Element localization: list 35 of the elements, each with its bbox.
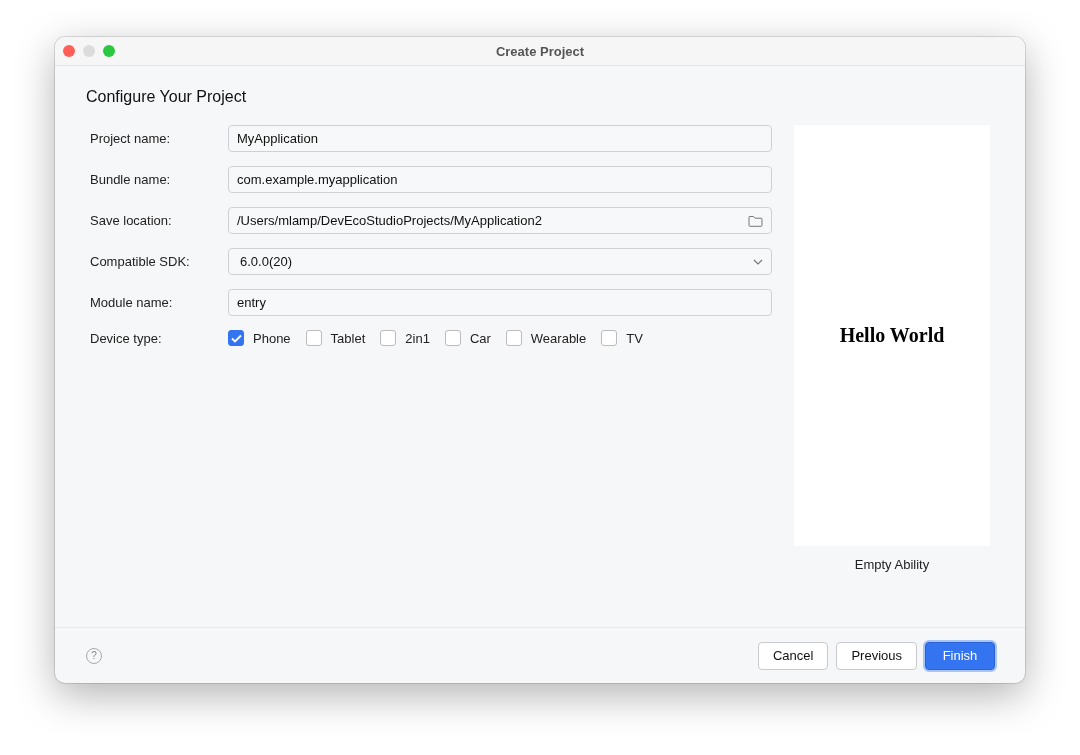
dropdown-field[interactable]: 6.0.0(20) <box>228 248 772 275</box>
device-checkbox[interactable]: Wearable <box>505 330 587 346</box>
minimize-button[interactable] <box>83 45 95 57</box>
checkbox-box[interactable] <box>380 330 397 346</box>
zoom-button[interactable] <box>103 45 115 57</box>
device-checkbox[interactable]: 2in1 <box>380 330 430 346</box>
input-field[interactable]: /Users/mlamp/DevEcoStudioProjects/MyApplication2 <box>228 207 772 234</box>
checkbox-box[interactable] <box>228 330 244 346</box>
input-field[interactable]: entry <box>228 289 772 316</box>
field-label: Project name: <box>89 131 172 146</box>
device-checkbox[interactable]: TV <box>601 330 643 346</box>
device-checkbox[interactable]: Tablet <box>305 330 366 346</box>
field-label: Save location: <box>89 213 173 228</box>
input-field[interactable]: MyApplication <box>228 125 772 152</box>
primary-button[interactable]: Finish <box>925 641 995 670</box>
checkbox-box[interactable] <box>601 330 618 346</box>
input-field[interactable]: com.example.myapplication <box>228 166 772 193</box>
device-checkbox[interactable]: Car <box>444 330 491 346</box>
checkbox-box[interactable] <box>444 330 461 346</box>
checkbox-box[interactable] <box>505 330 522 346</box>
field-label: Bundle name: <box>89 172 172 187</box>
field-label: Module name: <box>89 295 174 310</box>
field-label: Compatible SDK: <box>89 254 191 269</box>
close-button[interactable] <box>63 45 75 57</box>
field-label: Device type: <box>89 330 163 346</box>
dialog-button[interactable]: Cancel <box>757 641 829 670</box>
checkbox-box[interactable] <box>305 330 322 346</box>
template-caption: Empty Ability <box>854 557 930 572</box>
preview-text: Hello World <box>839 324 945 347</box>
dialog-button[interactable]: Previous <box>836 641 917 670</box>
chevron-down-icon[interactable] <box>753 258 763 265</box>
page-heading: Configure Your Project <box>86 88 248 106</box>
device-checkbox[interactable]: Phone <box>228 330 291 346</box>
folder-icon[interactable] <box>748 214 763 227</box>
window-title: Create Project <box>495 43 585 59</box>
